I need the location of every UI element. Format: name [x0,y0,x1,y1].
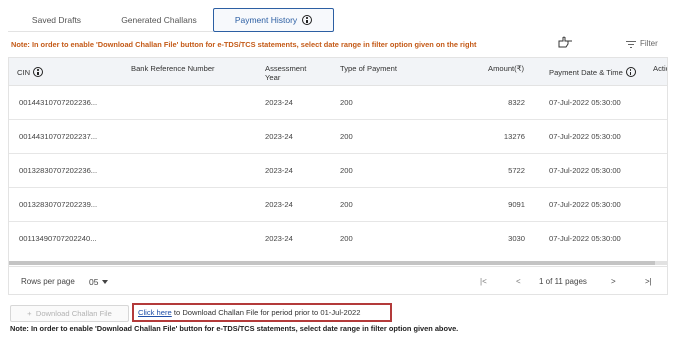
note-bottom: Note: In order to enable 'Download Chall… [10,324,459,333]
cell-payment-date: 07-Jul-2022 05:30:00 [549,166,621,175]
page-info: 1 of 11 pages [539,277,587,286]
payment-history-table: CIN Bank Reference Number Assessment Yea… [8,57,668,295]
cell-cin: 00144310707202236... [19,98,98,107]
header-type-of-payment[interactable]: Type of Payment [340,64,397,73]
info-icon[interactable] [302,15,313,25]
header-payment-date[interactable]: Payment Date & Time [549,67,636,77]
scrollbar-thumb[interactable] [9,261,655,265]
tab-bar: Saved Drafts Generated Challans Payment … [8,8,334,32]
cell-cin: 00113490707202240... [19,234,97,243]
cell-amount: 3030 [508,234,525,243]
header-assessment-year[interactable]: Assessment Year [265,64,306,82]
cell-cin: 00132830707202239... [19,200,98,209]
table-row[interactable]: 00132830707202236... 2023-24 200 5722 07… [9,154,667,188]
cell-amount: 8322 [508,98,525,107]
table-row[interactable]: 00144310707202236... 2023-24 200 8322 07… [9,86,667,120]
cell-type: 200 [340,166,353,175]
download-challan-file-label: Download Challan File [35,309,112,318]
header-cin[interactable]: CIN [17,67,44,77]
next-page-button[interactable]: > [611,277,616,286]
horizontal-scrollbar[interactable] [9,261,667,265]
cell-type: 200 [340,200,353,209]
cell-type: 200 [340,132,353,141]
header-assessment-year-line2: Year [265,73,281,82]
click-here-text: to Download Challan File for period prio… [171,308,361,317]
prev-page-button[interactable]: < [516,277,521,286]
cell-payment-date: 07-Jul-2022 05:30:00 [549,234,621,243]
table-row[interactable]: 00132830707202239... 2023-24 200 9091 07… [9,188,667,222]
cell-cin: 00144310707202237... [19,132,98,141]
cell-amount: 13276 [503,132,525,141]
click-here-link[interactable]: Click here [138,308,172,317]
filter-button[interactable]: Filter [626,39,658,48]
cell-assessment-year: 2023-24 [265,200,293,209]
pagination-bar: Rows per page 05 |< < 1 of 11 pages > >| [9,266,667,294]
rows-per-page-select[interactable]: 05 [89,277,109,287]
click-here-notice: Click here to Download Challan File for … [132,303,392,322]
cell-type: 200 [340,98,353,107]
header-payment-date-label: Payment Date & Time [549,67,623,77]
cell-assessment-year: 2023-24 [265,234,293,243]
cell-assessment-year: 2023-24 [265,166,293,175]
cell-payment-date: 07-Jul-2022 05:30:00 [549,200,621,209]
rows-per-page-value: 05 [89,277,99,287]
tab-generated-challans[interactable]: Generated Challans [105,8,213,32]
header-action: Action [653,64,667,73]
filter-icon [626,40,636,48]
plus-icon: + [27,309,32,318]
header-assessment-year-line1: Assessment [265,64,307,73]
caret-down-icon [102,280,109,284]
header-amount[interactable]: Amount(₹) [488,64,524,73]
cell-type: 200 [340,234,353,243]
table-header: CIN Bank Reference Number Assessment Yea… [9,58,667,86]
first-page-button[interactable]: |< [480,277,487,286]
tab-payment-history[interactable]: Payment History [213,8,334,32]
cell-amount: 9091 [508,200,525,209]
cell-payment-date: 07-Jul-2022 05:30:00 [549,98,621,107]
hand-pointer-icon [558,36,572,48]
tab-saved-drafts[interactable]: Saved Drafts [8,8,105,32]
cell-assessment-year: 2023-24 [265,98,293,107]
table-row[interactable]: 00113490707202240... 2023-24 200 3030 07… [9,222,667,256]
note-top: Note: In order to enable 'Download Chall… [11,40,477,49]
cell-assessment-year: 2023-24 [265,132,293,141]
payment-date-info-icon[interactable] [625,67,636,77]
table-row[interactable]: 00144310707202237... 2023-24 200 13276 0… [9,120,667,154]
cin-info-icon[interactable] [33,67,44,77]
rows-per-page-label: Rows per page [21,277,75,286]
tab-payment-history-label: Payment History [234,15,298,25]
header-cin-label: CIN [17,67,31,77]
download-challan-file-button[interactable]: + Download Challan File [10,305,129,322]
cell-cin: 00132830707202236... [19,166,98,175]
cell-amount: 5722 [508,166,525,175]
filter-label: Filter [640,39,658,48]
header-bank-ref[interactable]: Bank Reference Number [131,64,215,73]
cell-payment-date: 07-Jul-2022 05:30:00 [549,132,621,141]
last-page-button[interactable]: >| [645,277,652,286]
